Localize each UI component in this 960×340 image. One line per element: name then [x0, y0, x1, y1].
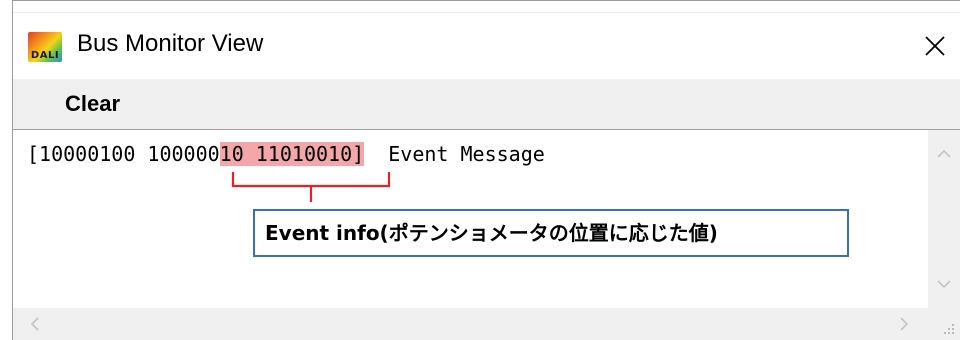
window-title: Bus Monitor View	[77, 30, 264, 57]
window-top-edge	[0, 0, 960, 12]
log-event-info-highlight: 10 11010010]	[219, 142, 365, 166]
log-prefix: [10000100 100000	[27, 142, 220, 166]
scroll-left-icon[interactable]	[25, 314, 45, 334]
scroll-right-icon[interactable]	[894, 314, 914, 334]
horizontal-scrollbar[interactable]	[13, 308, 928, 340]
scroll-up-icon[interactable]	[928, 144, 960, 164]
title-bar[interactable]: DALI Bus Monitor View	[13, 13, 960, 79]
close-icon[interactable]	[918, 29, 952, 63]
log-suffix: Event Message	[364, 142, 545, 166]
log-line[interactable]: [10000100 10000010 11010010] Event Messa…	[27, 142, 545, 166]
event-info-callout: Event info(ポテンショメータの位置に応じた値)	[253, 209, 849, 257]
brace-annotation	[231, 172, 391, 202]
vertical-scrollbar[interactable]	[928, 130, 960, 308]
clear-button[interactable]: Clear	[61, 89, 124, 119]
bus-monitor-window: DALI Bus Monitor View Clear [10000100 10…	[0, 0, 960, 340]
window-left-edge	[0, 0, 13, 340]
toolbar: Clear	[13, 79, 960, 129]
app-icon-label: DALI	[30, 50, 60, 61]
resize-grip-icon[interactable]	[928, 308, 960, 340]
dali-app-icon: DALI	[28, 32, 62, 62]
monitor-output-area[interactable]: [10000100 10000010 11010010] Event Messa…	[13, 129, 960, 340]
scroll-down-icon[interactable]	[928, 274, 960, 294]
